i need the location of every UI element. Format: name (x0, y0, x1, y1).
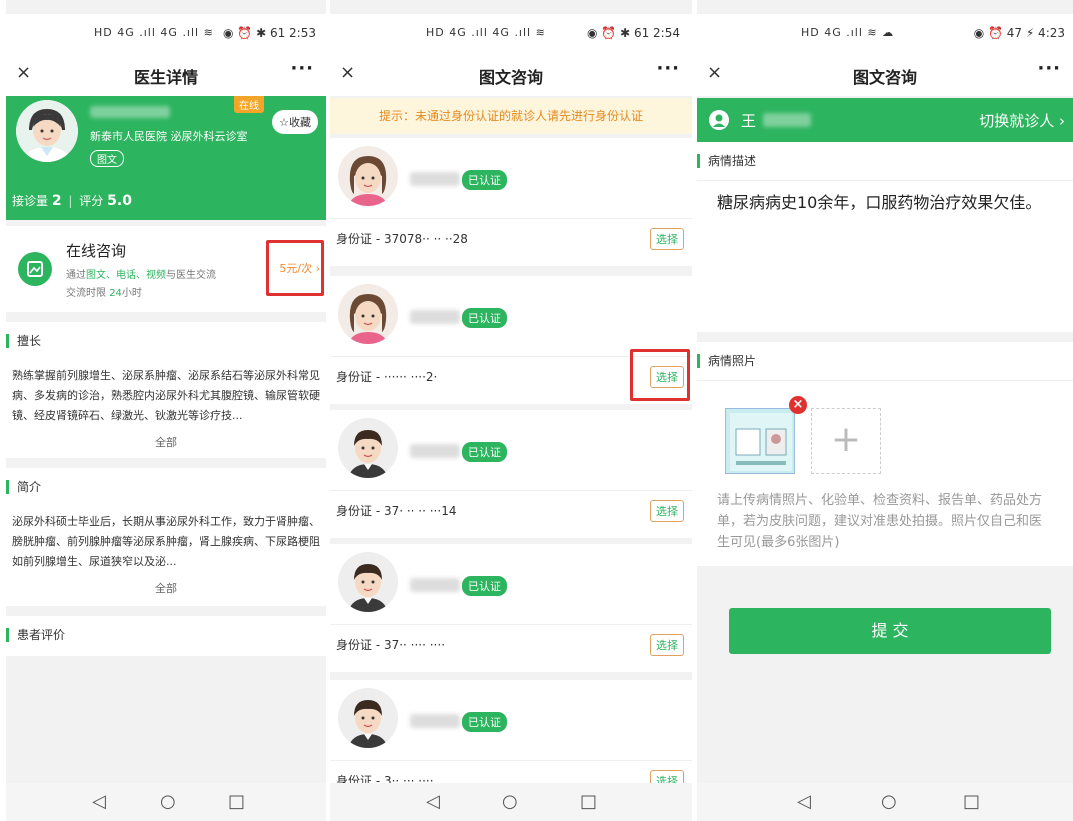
home-icon[interactable]: ○ (502, 791, 518, 812)
title-bar: × 医生详情 ··· (6, 54, 326, 96)
title-bar: × 图文咨询 ··· (697, 54, 1073, 96)
intro-more-link[interactable]: 全部 (6, 580, 326, 596)
back-icon[interactable]: ◁ (426, 791, 440, 812)
add-photo-button[interactable]: + (811, 408, 881, 474)
service-title: 在线咨询 (66, 242, 127, 260)
skills-section: 擅长 熟练掌握前列腺增生、泌尿系肿瘤、泌尿系结石等泌尿外科常见病、多发病的诊治，… (6, 322, 326, 458)
remove-photo-icon[interactable]: × (789, 396, 807, 414)
desc-label: 病情描述 (697, 154, 756, 168)
doctor-header: 在线 ☆收藏 新泰市人民医院 泌尿外科云诊室 图文 接诊量 2 | 评分 5.0 (6, 96, 326, 220)
submit-button[interactable]: 提 交 (729, 608, 1051, 654)
back-icon[interactable]: ◁ (92, 791, 106, 812)
page-title: 图文咨询 (852, 68, 917, 87)
intro-label: 简介 (6, 480, 41, 494)
reviews-label: 患者评价 (6, 628, 65, 642)
skills-more-link[interactable]: 全部 (6, 434, 326, 450)
patient-avatar (338, 284, 398, 344)
patient-avatar (338, 688, 398, 748)
doctor-stats: 接诊量 2 | 评分 5.0 (12, 193, 132, 209)
verified-badge: 已认证 (462, 576, 507, 596)
status-right: ◉ ⏰ ✱ 61 2:53 (223, 26, 316, 40)
doctor-detail-screen: HD 4G .ıll 4G .ıll ≋ ◉ ⏰ ✱ 61 2:53 × 医生详… (6, 0, 326, 821)
doctor-avatar (16, 100, 78, 162)
recent-apps-icon[interactable]: □ (228, 791, 245, 812)
system-nav-bar: ◁ ○ □ (330, 783, 692, 821)
patient-id-number: 身份证 - ······ ····2· (336, 370, 438, 384)
user-icon (709, 110, 729, 130)
switch-patient-link[interactable]: 切换就诊人 › (979, 110, 1065, 131)
patient-card[interactable]: 已认证身份证 - 37·· ···· ···· 选择 (330, 544, 692, 672)
desc-textarea[interactable]: 糖尿病病史10余年，口服药物治疗效果欠佳。 (717, 190, 1043, 216)
recent-apps-icon[interactable]: □ (963, 791, 980, 812)
patient-id-number: 身份证 - 37078·· ·· ··28 (336, 232, 468, 246)
patient-avatar (338, 418, 398, 478)
auth-tip-banner: 提示：未通过身份认证的就诊人请先进行身份认证 (330, 98, 692, 134)
select-patient-button[interactable]: 选择 (650, 634, 684, 656)
intro-section: 简介 泌尿外科硕士毕业后，长期从事泌尿外科工作，致力于肾肿瘤、膀胱肿瘤、前列腺肿… (6, 468, 326, 606)
consult-tag: 图文 (90, 150, 124, 167)
consult-icon (18, 252, 52, 286)
verified-badge: 已认证 (462, 442, 507, 462)
collect-button[interactable]: ☆收藏 (272, 110, 318, 134)
patient-id-number: 身份证 - 37·· ···· ···· (336, 638, 446, 652)
skills-text: 熟练掌握前列腺增生、泌尿系肿瘤、泌尿系结石等泌尿外科常见病、多发病的诊治，熟悉腔… (12, 369, 320, 422)
status-bar: HD 4G .ıll 4G .ıll ≋ ◉ ⏰ ✱ 61 2:53 (6, 14, 326, 54)
back-icon[interactable]: ◁ (797, 791, 811, 812)
patient-name-blurred (410, 310, 460, 324)
verified-badge: 已认证 (462, 170, 507, 190)
signal-icons: HD 4G .ıll ≋ ☁ (801, 26, 895, 39)
condition-photo-section: 病情照片 × + 请上传病情照片、化验单、检查资料、报告单、药品处方单，若为皮肤… (697, 342, 1073, 566)
home-icon[interactable]: ○ (881, 791, 897, 812)
signal-icons: HD 4G .ıll 4G .ıll ≋ (426, 26, 546, 39)
service-desc: 通过图文、电话、视频与医生交流 (66, 270, 216, 281)
title-bar: × 图文咨询 ··· (330, 54, 692, 96)
status-right: ◉ ⏰ ✱ 61 2:54 (587, 26, 680, 40)
consult-form-screen: HD 4G .ıll ≋ ☁ ◉ ⏰ 47 ⚡ 4:23 × 图文咨询 ··· … (697, 0, 1073, 821)
verified-badge: 已认证 (462, 308, 507, 328)
plus-icon: + (830, 419, 862, 460)
page-title: 图文咨询 (478, 68, 543, 87)
photo-tip: 请上传病情照片、化验单、检查资料、报告单、药品处方单，若为皮肤问题，建议对准患处… (717, 493, 1043, 550)
patient-avatar (338, 552, 398, 612)
patient-name-blurred (410, 714, 460, 728)
intro-text: 泌尿外科硕士毕业后，长期从事泌尿外科工作，致力于肾肿瘤、膀胱肿瘤、前列腺肿瘤等泌… (12, 515, 320, 568)
reviews-section: 患者评价 (6, 616, 326, 656)
patient-select-screen: HD 4G .ıll 4G .ıll ≋ ◉ ⏰ ✱ 61 2:54 × 图文咨… (330, 0, 692, 821)
page-title: 医生详情 (133, 68, 198, 87)
more-icon[interactable]: ··· (1037, 58, 1061, 79)
signal-icons: HD 4G .ıll 4G .ıll ≋ (94, 26, 214, 39)
patient-name: 王 (741, 112, 757, 130)
status-bar: HD 4G .ıll ≋ ☁ ◉ ⏰ 47 ⚡ 4:23 (697, 14, 1073, 54)
patient-name-blurred (410, 444, 460, 458)
more-icon[interactable]: ··· (656, 58, 680, 79)
system-nav-bar: ◁ ○ □ (6, 783, 326, 821)
status-bar: HD 4G .ıll 4G .ıll ≋ ◉ ⏰ ✱ 61 2:54 (330, 14, 692, 54)
patient-id-number: 身份证 - 37· ·· ·· ···14 (336, 504, 457, 518)
select-highlight-box (630, 349, 690, 401)
select-patient-button[interactable]: 选择 (650, 500, 684, 522)
patient-name-blurred (410, 172, 460, 186)
condition-desc-section: 病情描述 糖尿病病史10余年，口服药物治疗效果欠佳。 (697, 142, 1073, 332)
recent-apps-icon[interactable]: □ (580, 791, 597, 812)
verified-badge: 已认证 (462, 712, 507, 732)
patient-name-blurred (410, 578, 460, 592)
service-time: 交流时限 24小时 (66, 288, 142, 299)
patient-card[interactable]: 已认证身份证 - 37078·· ·· ··28 选择 (330, 138, 692, 266)
uploaded-photo-thumb[interactable] (725, 408, 795, 474)
more-icon[interactable]: ··· (290, 58, 314, 79)
hospital-name: 新泰市人民医院 泌尿外科云诊室 (90, 130, 248, 143)
price-highlight-box (266, 240, 324, 296)
status-right: ◉ ⏰ 47 ⚡ 4:23 (973, 26, 1065, 40)
skills-label: 擅长 (6, 334, 41, 348)
patient-bar: 王 切换就诊人 › (697, 98, 1073, 142)
patient-card[interactable]: 已认证身份证 - 37· ·· ·· ···14 选择 (330, 410, 692, 538)
system-nav-bar: ◁ ○ □ (697, 783, 1073, 821)
home-icon[interactable]: ○ (160, 791, 176, 812)
select-patient-button[interactable]: 选择 (650, 228, 684, 250)
patient-avatar (338, 146, 398, 206)
photo-label: 病情照片 (697, 354, 756, 368)
online-badge: 在线 (234, 96, 264, 113)
